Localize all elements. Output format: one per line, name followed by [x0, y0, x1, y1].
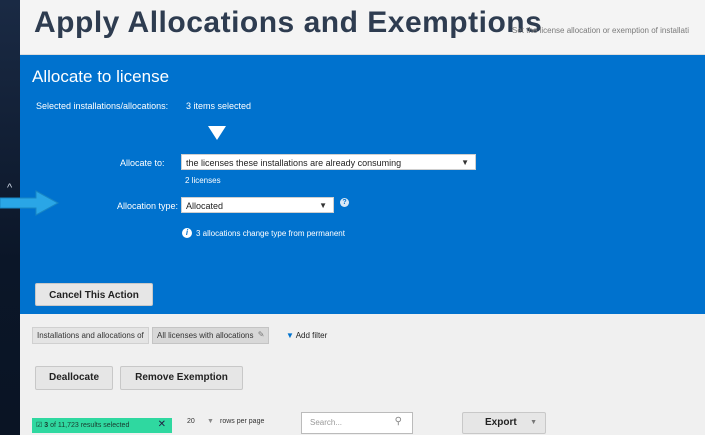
clear-selection-icon[interactable]: ✕	[158, 419, 166, 430]
checkbox-icon: ☑	[36, 422, 43, 429]
caret-down-icon: ▼	[319, 201, 327, 210]
add-filter-label: Add filter	[295, 331, 328, 340]
page-title: Apply Allocations and Exemptions	[34, 6, 543, 39]
selected-count: 3	[44, 422, 49, 429]
page-header: Apply Allocations and Exemptions Set the…	[20, 0, 705, 55]
filter-chip[interactable]: All licenses with allocations ✎	[152, 327, 269, 344]
help-icon[interactable]: ?	[340, 198, 349, 207]
selected-text: of 11,723 results selected	[50, 422, 130, 429]
search-box[interactable]: Search... ⚲	[301, 412, 413, 434]
allocation-type-value: Allocated	[186, 201, 224, 211]
selected-label: Selected installations/allocations:	[36, 101, 169, 111]
add-filter-link[interactable]: ▼ Add filter	[286, 331, 327, 340]
allocate-to-label: Allocate to:	[120, 158, 165, 168]
caret-down-icon[interactable]: ▼	[530, 413, 537, 433]
info-message: 3 allocations change type from permanent	[196, 229, 345, 238]
down-arrow-icon	[208, 126, 226, 140]
export-label: Export	[485, 417, 517, 428]
selection-summary[interactable]: ☑ 3 of 11,723 results selected ✕	[32, 418, 172, 433]
rows-per-page-value[interactable]: 20	[187, 418, 195, 425]
info-icon: i	[182, 228, 192, 238]
rows-caret-icon[interactable]: ▼	[207, 418, 214, 425]
search-icon[interactable]: ⚲	[395, 416, 402, 427]
allocate-title: Allocate to license	[32, 67, 170, 86]
page-subtitle: Set the license allocation or exemption …	[512, 26, 689, 35]
deallocate-button[interactable]: Deallocate	[35, 366, 113, 390]
allocation-type-label: Allocation type:	[117, 201, 179, 211]
rows-per-page-label: rows per page	[220, 418, 265, 425]
remove-exemption-button[interactable]: Remove Exemption	[120, 366, 243, 390]
funnel-icon: ▼	[286, 331, 294, 340]
filter-chip-label: All licenses with allocations	[157, 331, 254, 340]
allocate-to-select[interactable]: the licenses these installations are alr…	[181, 154, 476, 170]
licenses-count: 2 licenses	[185, 176, 221, 185]
selected-value: 3 items selected	[186, 101, 252, 111]
allocation-type-select[interactable]: Allocated ▼	[181, 197, 334, 213]
filter-prefix: Installations and allocations of	[32, 327, 149, 344]
allocate-to-value: the licenses these installations are alr…	[186, 158, 402, 168]
right-arrow-icon	[0, 190, 60, 216]
cancel-action-button[interactable]: Cancel This Action	[35, 283, 153, 306]
edit-icon[interactable]: ✎	[258, 330, 265, 339]
export-button[interactable]: Export ▼	[462, 412, 546, 434]
allocate-panel: Allocate to license Selected installatio…	[20, 55, 705, 314]
caret-down-icon: ▼	[461, 158, 469, 167]
search-input[interactable]: Search...	[310, 418, 342, 427]
main-panel: Apply Allocations and Exemptions Set the…	[20, 0, 705, 435]
